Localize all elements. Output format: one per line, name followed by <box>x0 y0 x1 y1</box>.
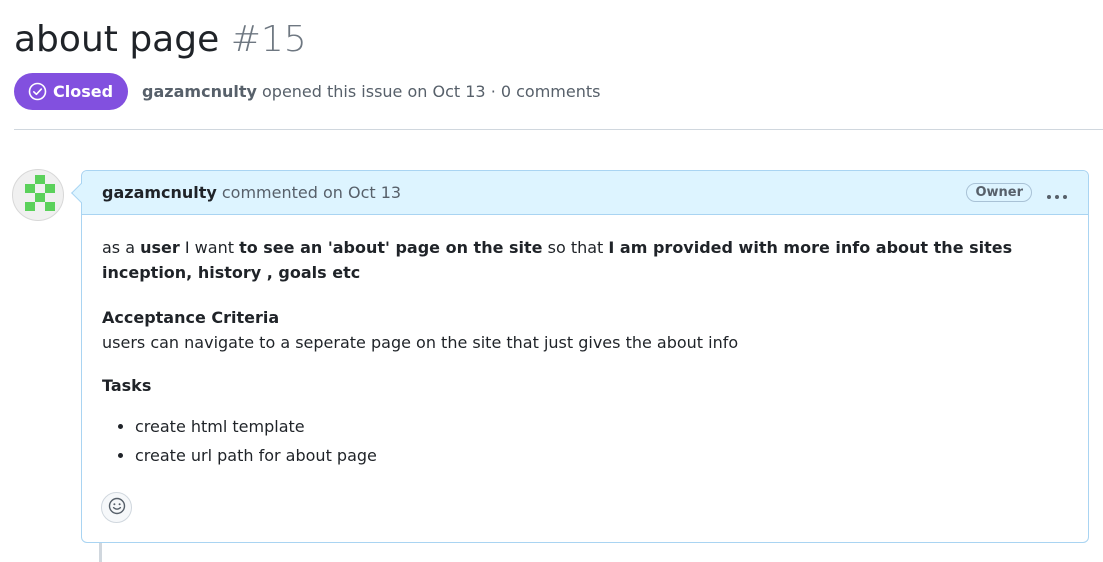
add-reaction-button[interactable] <box>101 492 132 523</box>
list-item: create html template <box>135 414 1068 439</box>
tasks-list: create html template create url path for… <box>102 414 1068 468</box>
list-item: create url path for about page <box>135 443 1068 468</box>
comment-body: as a user I want to see an 'about' page … <box>82 215 1088 468</box>
comment-box: gazamcnulty commented on Oct 13 Owner as… <box>71 170 1089 543</box>
story-text: so that <box>542 238 609 257</box>
timeline-line <box>99 542 102 562</box>
state-badge: Closed <box>14 73 129 110</box>
check-circle-icon <box>28 82 47 101</box>
comment-timestamp[interactable]: commented on Oct 13 <box>222 183 401 202</box>
story-goal: to see an 'about' page on the site <box>239 238 543 257</box>
comment-header: gazamcnulty commented on Oct 13 Owner <box>82 171 1088 215</box>
story-role: user <box>140 238 180 257</box>
issue-title: about page #15 <box>14 16 307 64</box>
issue-meta-text: opened this issue on Oct 13 · 0 comments <box>256 82 601 101</box>
smiley-icon <box>108 497 126 519</box>
acceptance-criteria: Acceptance Criteria users can navigate t… <box>102 305 1068 355</box>
issue-meta: Closed gazamcnulty opened this issue on … <box>14 73 600 110</box>
owner-badge: Owner <box>966 183 1032 202</box>
criteria-heading: Acceptance Criteria <box>102 308 280 327</box>
tasks-heading: Tasks <box>102 376 152 395</box>
issue-number: #15 <box>230 19 307 60</box>
user-story: as a user I want to see an 'about' page … <box>102 235 1068 285</box>
state-label: Closed <box>53 82 114 101</box>
avatar[interactable] <box>12 169 64 221</box>
story-text: I want <box>179 238 240 257</box>
story-text: as a <box>102 238 141 257</box>
comment-author-link[interactable]: gazamcnulty <box>102 183 217 202</box>
kebab-horizontal-icon[interactable] <box>1046 183 1068 203</box>
criteria-text: users can navigate to a seperate page on… <box>102 333 739 352</box>
issue-title-text: about page <box>14 19 220 60</box>
issue-author-link[interactable]: gazamcnulty <box>142 82 257 101</box>
header-divider <box>14 129 1103 130</box>
